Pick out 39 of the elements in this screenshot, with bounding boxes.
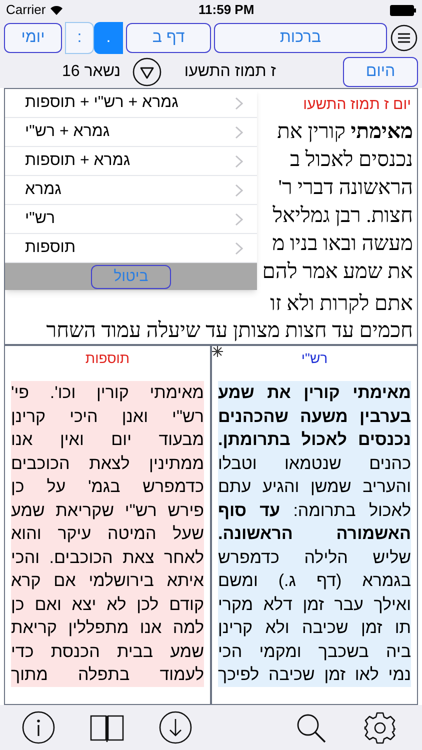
tractate-button[interactable]: ברכות bbox=[214, 23, 387, 53]
page-button[interactable]: דף ב bbox=[126, 23, 211, 53]
chevron-icon bbox=[235, 126, 243, 138]
segment-button[interactable]: . bbox=[94, 22, 123, 54]
menu-icon[interactable] bbox=[390, 24, 418, 52]
book-icon[interactable] bbox=[90, 714, 124, 742]
battery-icon bbox=[390, 4, 416, 16]
commentary-title: תוספות bbox=[85, 349, 130, 368]
commentary-text: מאימתי קורין וכו'. פי' רש"י ואנן היכי קרינן מבעוד יום ואין אנו ממתינין לצאת הכוכבים כדמפרש בגמ' על כן פירש רש"י שקריאת שמע שעל המיטה עיקר והוא לאחר צאת הכוכבים. והכי איתא בירושלמי אם קרא קודם לכן לא יצא ואם כן למה אנו מתפללין קריאת שמע בבית הכנסת כדי לעמוד בתפלה מתוך bbox=[11, 381, 204, 686]
menu-item[interactable]: גמרא + רש"י bbox=[5, 118, 257, 147]
wifi-icon bbox=[50, 5, 63, 15]
chevron-icon bbox=[235, 242, 243, 254]
menu-item[interactable]: גמרא + רש"י + תוספות bbox=[5, 89, 257, 118]
segment-button[interactable]: : bbox=[65, 22, 94, 54]
settings-icon[interactable] bbox=[363, 710, 397, 744]
today-button[interactable]: היום bbox=[343, 57, 418, 87]
chevron-icon bbox=[235, 212, 243, 226]
date-heading: יום ז תמוז התשעו bbox=[302, 95, 412, 115]
menu-item[interactable]: רש"י bbox=[5, 205, 257, 234]
carrier-label: Carrier bbox=[6, 1, 46, 20]
search-icon[interactable] bbox=[295, 712, 327, 744]
commentary-title: רש"י bbox=[301, 349, 328, 368]
chevron-icon bbox=[235, 96, 243, 110]
clock-label: 11:59 PM bbox=[198, 1, 254, 20]
chevron-icon bbox=[235, 184, 243, 196]
dropdown-icon[interactable] bbox=[132, 57, 162, 87]
resize-handle-icon[interactable] bbox=[212, 346, 223, 357]
remaining-label: נשאר 16 bbox=[62, 62, 120, 82]
daily-button[interactable]: יומי bbox=[4, 23, 62, 53]
menu-item[interactable]: גמרא bbox=[5, 176, 257, 205]
info-icon[interactable] bbox=[22, 711, 55, 744]
chevron-icon bbox=[235, 154, 243, 168]
gemara-text: אתם לקרות ולא זו חכמים עד חצות מצותן עד שיעלה עמוד השחר bbox=[45, 290, 414, 344]
date-label: ז תמוז התשעו bbox=[184, 62, 276, 82]
menu-item[interactable]: גמרא + תוספות bbox=[5, 147, 257, 176]
commentary-text: מאימתי קורין את שמע בערבין משעה שהכהנים נכנסים לאכול בתרומתן. כהנים שנטמאו וטבלו והעריב שמשן והגיע עתם לאכול בתרומה: עד סוף האשמורה הראשונה. שליש הלילה כדמפרש בגמרא (דף ג.) ומשם ואילך עבר זמן דלא מקרי תו זמן שכיבה ולא קרינן ביה בשכבך ומקמי הכי נמי לאו זמן שכיבה לפיכך bbox=[218, 381, 411, 686]
gemara-text: מאימתי קורין את נכנסים לאכול ב הראשונה דברי ר' חצות. רבן גמליאל מעשה ובאו בניו מ את שמע אמר להם bbox=[261, 118, 414, 284]
download-icon[interactable] bbox=[159, 711, 192, 744]
menu-item[interactable]: תוספות bbox=[5, 234, 257, 263]
